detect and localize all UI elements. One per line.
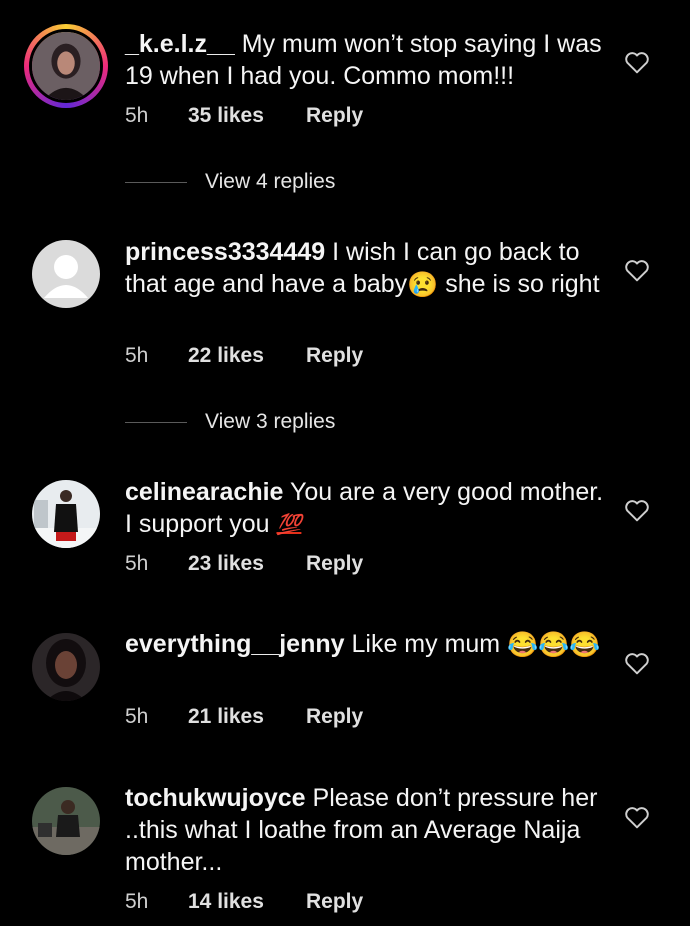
comment-likes[interactable]: 23 likes	[188, 552, 306, 576]
avatar[interactable]	[32, 787, 100, 855]
hundred-points-icon: 💯	[276, 514, 302, 537]
divider-line	[125, 421, 187, 423]
comment-meta: 5h 22 likes Reply	[125, 344, 363, 368]
comment-text: tochukwujoyce Please don’t pressure her …	[125, 782, 605, 878]
comment-username[interactable]: tochukwujoyce	[125, 784, 306, 812]
avatar[interactable]	[32, 633, 100, 701]
comment-likes[interactable]: 22 likes	[188, 344, 306, 368]
divider-line	[125, 181, 187, 183]
view-replies-label: View 3 replies	[205, 410, 336, 433]
comment-time: 5h	[125, 705, 149, 728]
view-replies-button[interactable]: View 4 replies	[125, 170, 335, 194]
comment-text: everything__jenny Like my mum 😂😂😂	[125, 628, 605, 661]
avatar-photo	[32, 633, 100, 701]
avatar[interactable]	[32, 480, 100, 548]
comment-time: 5h	[125, 890, 149, 913]
heart-outline-icon[interactable]	[624, 498, 650, 522]
view-replies-button[interactable]: View 3 replies	[125, 410, 335, 434]
heart-outline-icon[interactable]	[624, 258, 650, 282]
comment-text: _k.e.l.z__ My mum won’t stop saying I wa…	[125, 28, 605, 92]
comment-time: 5h	[125, 104, 149, 127]
view-replies-label: View 4 replies	[205, 170, 336, 193]
reply-button[interactable]: Reply	[306, 552, 363, 576]
comment-username[interactable]: _k.e.l.z__	[125, 30, 235, 58]
comment-meta: 5h 35 likes Reply	[125, 104, 363, 128]
reply-button[interactable]: Reply	[306, 104, 363, 128]
comment-meta: 5h 14 likes Reply	[125, 890, 363, 914]
reply-button[interactable]: Reply	[306, 890, 363, 914]
comment-likes[interactable]: 14 likes	[188, 890, 306, 914]
comment-body-continued: she is so right	[438, 270, 600, 298]
crying-face-icon: 😢	[407, 271, 439, 300]
heart-outline-icon[interactable]	[624, 50, 650, 74]
comment-username[interactable]: celinearachie	[125, 478, 283, 506]
comment-username[interactable]: everything__jenny	[125, 630, 345, 658]
heart-outline-icon[interactable]	[624, 651, 650, 675]
laughing-tears-icon: 😂😂😂	[507, 631, 601, 660]
avatar-photo	[32, 787, 100, 855]
heart-outline-icon[interactable]	[624, 805, 650, 829]
avatar-photo	[32, 480, 100, 548]
comment-time: 5h	[125, 344, 149, 367]
reply-button[interactable]: Reply	[306, 705, 363, 729]
comment-likes[interactable]: 21 likes	[188, 705, 306, 729]
comment-text: celinearachie You are a very good mother…	[125, 476, 605, 541]
comment-meta: 5h 21 likes Reply	[125, 705, 363, 729]
comment-time: 5h	[125, 552, 149, 575]
comment-username[interactable]: princess3334449	[125, 238, 325, 266]
comment-text: princess3334449 I wish I can go back to …	[125, 236, 605, 301]
comment-likes[interactable]: 35 likes	[188, 104, 306, 128]
avatar[interactable]	[24, 24, 108, 108]
comment-body: Like my mum	[351, 630, 508, 658]
reply-button[interactable]: Reply	[306, 344, 363, 368]
comment-meta: 5h 23 likes Reply	[125, 552, 363, 576]
default-avatar-icon[interactable]	[32, 240, 100, 308]
avatar-photo	[32, 32, 100, 100]
